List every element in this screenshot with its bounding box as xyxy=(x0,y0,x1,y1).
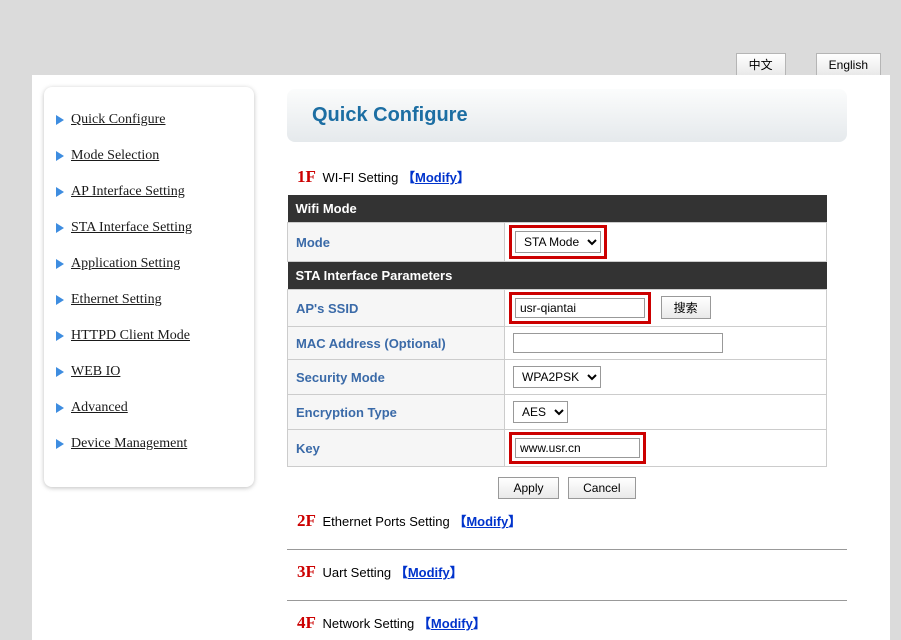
mac-input[interactable] xyxy=(513,333,723,353)
cancel-button[interactable]: Cancel xyxy=(568,477,635,499)
modify-link[interactable]: Modify xyxy=(415,170,457,185)
sidebar-item-sta-interface[interactable]: STA Interface Setting xyxy=(54,210,244,246)
sidebar-item-advanced[interactable]: Advanced xyxy=(54,390,244,426)
section-3f-header: 3F Uart Setting 【Modify】 xyxy=(297,562,847,582)
mac-row: MAC Address (Optional) xyxy=(288,327,827,360)
secmode-label: Security Mode xyxy=(288,360,505,395)
enc-row: Encryption Type AES xyxy=(288,395,827,430)
secmode-field: WPA2PSK xyxy=(505,360,827,395)
arrow-icon xyxy=(56,259,64,269)
key-field xyxy=(505,430,827,467)
arrow-icon xyxy=(56,403,64,413)
sidebar-link[interactable]: STA Interface Setting xyxy=(71,220,192,236)
ssid-label: AP's SSID xyxy=(288,290,505,327)
search-button[interactable]: 搜索 xyxy=(661,296,711,319)
page-title: Quick Configure xyxy=(312,104,822,127)
section-label: Ethernet Ports Setting xyxy=(323,514,450,529)
bracket-icon: 【 xyxy=(395,565,408,580)
sidebar-item-ethernet[interactable]: Ethernet Setting xyxy=(54,282,244,318)
arrow-icon xyxy=(56,187,64,197)
sidebar-link[interactable]: Device Management xyxy=(71,436,187,452)
content-area: Quick Configure 1F WI-FI Setting 【Modify… xyxy=(287,89,847,640)
bracket-icon: 】 xyxy=(508,514,521,529)
secmode-select[interactable]: WPA2PSK xyxy=(513,366,601,388)
mode-label: Mode xyxy=(288,223,505,262)
step-number: 3F xyxy=(297,562,316,581)
key-row: Key xyxy=(288,430,827,467)
table-header: Wifi Mode xyxy=(288,195,827,223)
sidebar-item-device-mgmt[interactable]: Device Management xyxy=(54,426,244,462)
bracket-icon: 】 xyxy=(473,616,486,631)
sidebar-link[interactable]: Quick Configure xyxy=(71,112,165,128)
mode-row: Mode STA Mode xyxy=(288,223,827,262)
mac-label: MAC Address (Optional) xyxy=(288,327,505,360)
bracket-icon: 【 xyxy=(402,170,415,185)
sidebar-link[interactable]: WEB IO xyxy=(71,364,120,380)
ssid-input[interactable] xyxy=(515,298,645,318)
table-header-row: STA Interface Parameters xyxy=(288,262,827,290)
key-label: Key xyxy=(288,430,505,467)
sidebar: Quick Configure Mode Selection AP Interf… xyxy=(44,87,254,487)
sidebar-item-httpd-client[interactable]: HTTPD Client Mode xyxy=(54,318,244,354)
sidebar-link[interactable]: AP Interface Setting xyxy=(71,184,185,200)
sidebar-link[interactable]: HTTPD Client Mode xyxy=(71,328,190,344)
bracket-icon: 】 xyxy=(457,170,470,185)
sidebar-item-mode-selection[interactable]: Mode Selection xyxy=(54,138,244,174)
arrow-icon xyxy=(56,115,64,125)
sidebar-item-ap-interface[interactable]: AP Interface Setting xyxy=(54,174,244,210)
section-4f-header: 4F Network Setting 【Modify】 xyxy=(297,613,847,633)
mode-field: STA Mode xyxy=(505,223,827,262)
table-header: STA Interface Parameters xyxy=(288,262,827,290)
step-number: 2F xyxy=(297,511,316,530)
secmode-row: Security Mode WPA2PSK xyxy=(288,360,827,395)
mac-field xyxy=(505,327,827,360)
separator xyxy=(287,549,847,550)
section-1f-header: 1F WI-FI Setting 【Modify】 xyxy=(297,167,847,187)
sidebar-link[interactable]: Application Setting xyxy=(71,256,180,272)
wifi-config-table: Wifi Mode Mode STA Mode STA Interface Pa… xyxy=(287,195,827,467)
enc-label: Encryption Type xyxy=(288,395,505,430)
mode-select[interactable]: STA Mode xyxy=(515,231,601,253)
bracket-icon: 【 xyxy=(418,616,431,631)
modify-link[interactable]: Modify xyxy=(466,514,508,529)
sidebar-link[interactable]: Ethernet Setting xyxy=(71,292,162,308)
step-number: 1F xyxy=(297,167,316,186)
key-input[interactable] xyxy=(515,438,640,458)
enc-select[interactable]: AES xyxy=(513,401,568,423)
language-bar: 中文 English xyxy=(736,53,901,76)
ssid-row: AP's SSID 搜索 xyxy=(288,290,827,327)
arrow-icon xyxy=(56,295,64,305)
lang-chinese-button[interactable]: 中文 xyxy=(736,53,786,76)
ssid-field: 搜索 xyxy=(505,290,827,327)
main-frame: Quick Configure Mode Selection AP Interf… xyxy=(32,75,890,640)
page-title-box: Quick Configure xyxy=(287,89,847,142)
section-label: Uart Setting xyxy=(323,565,392,580)
arrow-icon xyxy=(56,367,64,377)
sidebar-item-application[interactable]: Application Setting xyxy=(54,246,244,282)
section-2f-header: 2F Ethernet Ports Setting 【Modify】 xyxy=(297,511,847,531)
sidebar-item-quick-configure[interactable]: Quick Configure xyxy=(54,102,244,138)
sidebar-link[interactable]: Mode Selection xyxy=(71,148,159,164)
sidebar-item-web-io[interactable]: WEB IO xyxy=(54,354,244,390)
arrow-icon xyxy=(56,331,64,341)
arrow-icon xyxy=(56,151,64,161)
bracket-icon: 【 xyxy=(453,514,466,529)
section-label: WI-FI Setting xyxy=(323,170,399,185)
section-label: Network Setting xyxy=(323,616,415,631)
apply-button[interactable]: Apply xyxy=(498,477,558,499)
modify-link[interactable]: Modify xyxy=(431,616,473,631)
step-number: 4F xyxy=(297,613,316,632)
modify-link[interactable]: Modify xyxy=(408,565,450,580)
table-header-row: Wifi Mode xyxy=(288,195,827,223)
lang-english-button[interactable]: English xyxy=(816,53,881,76)
button-row: Apply Cancel xyxy=(287,477,847,499)
separator xyxy=(287,600,847,601)
bracket-icon: 】 xyxy=(450,565,463,580)
sidebar-link[interactable]: Advanced xyxy=(71,400,128,416)
enc-field: AES xyxy=(505,395,827,430)
arrow-icon xyxy=(56,223,64,233)
arrow-icon xyxy=(56,439,64,449)
